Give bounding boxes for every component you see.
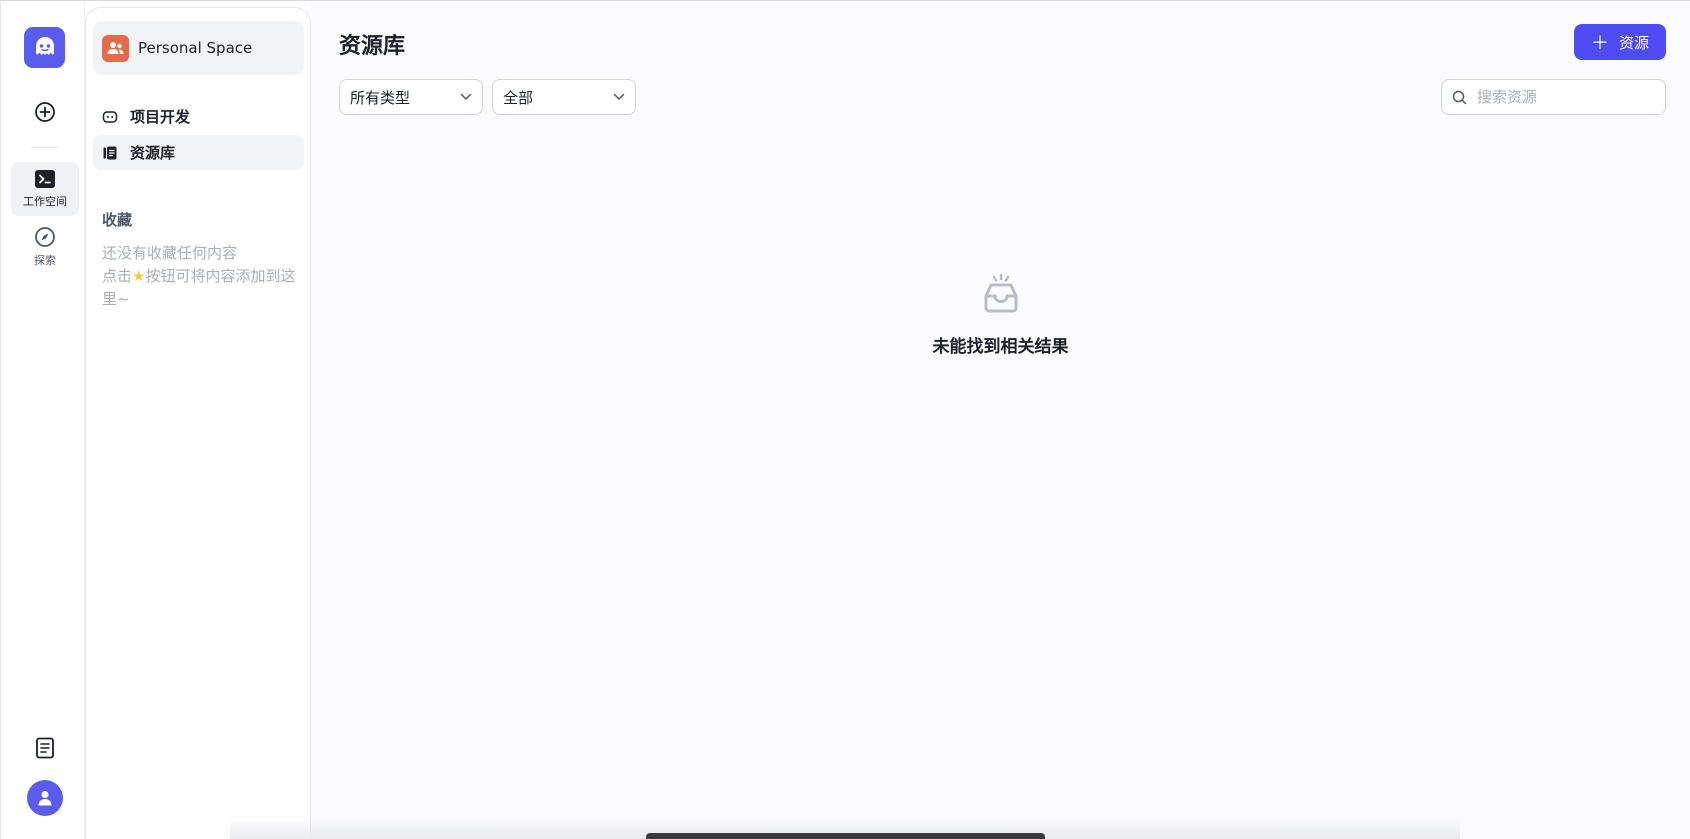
- search-box[interactable]: [1441, 79, 1666, 115]
- sidebar-item-project-dev[interactable]: 项目开发: [93, 99, 304, 134]
- search-input[interactable]: [1477, 88, 1657, 106]
- favorites-empty-line2: 点击★按钮可将内容添加到这里~: [102, 265, 302, 311]
- chevron-down-icon: [460, 93, 472, 100]
- favorites-empty-text: 还没有收藏任何内容 点击★按钮可将内容添加到这里~: [102, 242, 302, 311]
- document-icon[interactable]: [33, 736, 57, 760]
- chevron-down-icon: [613, 93, 625, 100]
- favorites-title: 收藏: [102, 211, 133, 229]
- space-switcher[interactable]: Personal Space: [93, 21, 304, 75]
- app-window: 工作空间 探索 Personal Space 项目开发 资源库 收藏 还没有收藏…: [0, 0, 1690, 839]
- type-filter-value: 所有类型: [350, 88, 411, 107]
- sidebar-item-label: 项目开发: [130, 108, 191, 126]
- library-icon: [103, 146, 117, 159]
- left-rail: 工作空间 探索: [0, 2, 85, 839]
- rail-nav-explore[interactable]: 探索: [11, 220, 79, 274]
- star-icon: ★: [132, 267, 146, 285]
- sidebar-item-library[interactable]: 资源库: [93, 135, 304, 170]
- scope-filter-select[interactable]: 全部: [492, 79, 636, 115]
- compass-icon: [35, 227, 55, 247]
- empty-state-text: 未能找到相关结果: [932, 337, 1069, 357]
- type-filter-select[interactable]: 所有类型: [339, 79, 483, 115]
- rail-nav-label: 探索: [34, 254, 56, 267]
- favorites-empty-prefix: 点击: [102, 267, 133, 285]
- ghost-logo-icon[interactable]: [24, 27, 65, 68]
- sidebar-item-label: 资源库: [130, 144, 176, 162]
- plus-circle-icon[interactable]: [33, 100, 57, 124]
- rail-nav-label: 工作空间: [23, 195, 67, 208]
- avatar[interactable]: [27, 780, 63, 816]
- rail-nav-workspace[interactable]: 工作空间: [11, 162, 79, 216]
- plus-icon: ＋: [1590, 33, 1609, 53]
- empty-inbox-icon: [984, 273, 1018, 313]
- space-sidebar: Personal Space 项目开发 资源库 收藏 还没有收藏任何内容 点击★…: [85, 7, 311, 839]
- user-icon: [38, 791, 52, 806]
- page-title: 资源库: [339, 34, 406, 59]
- bot-icon: [102, 110, 118, 123]
- add-resource-label: 资源: [1618, 34, 1649, 52]
- main-content: 资源库 ＋ 资源 所有类型 全部 搜索资源 未能找到相关结果: [311, 2, 1690, 839]
- horizontal-scrollbar[interactable]: [646, 833, 1045, 839]
- users-icon: [102, 34, 129, 62]
- space-name: Personal Space: [138, 39, 253, 57]
- scope-filter-value: 全部: [503, 88, 534, 107]
- terminal-icon: [35, 170, 55, 188]
- favorites-empty-line1: 还没有收藏任何内容: [102, 244, 238, 262]
- search-icon: [1452, 90, 1467, 104]
- add-resource-button[interactable]: ＋ 资源: [1574, 24, 1666, 60]
- rail-divider: [31, 147, 59, 148]
